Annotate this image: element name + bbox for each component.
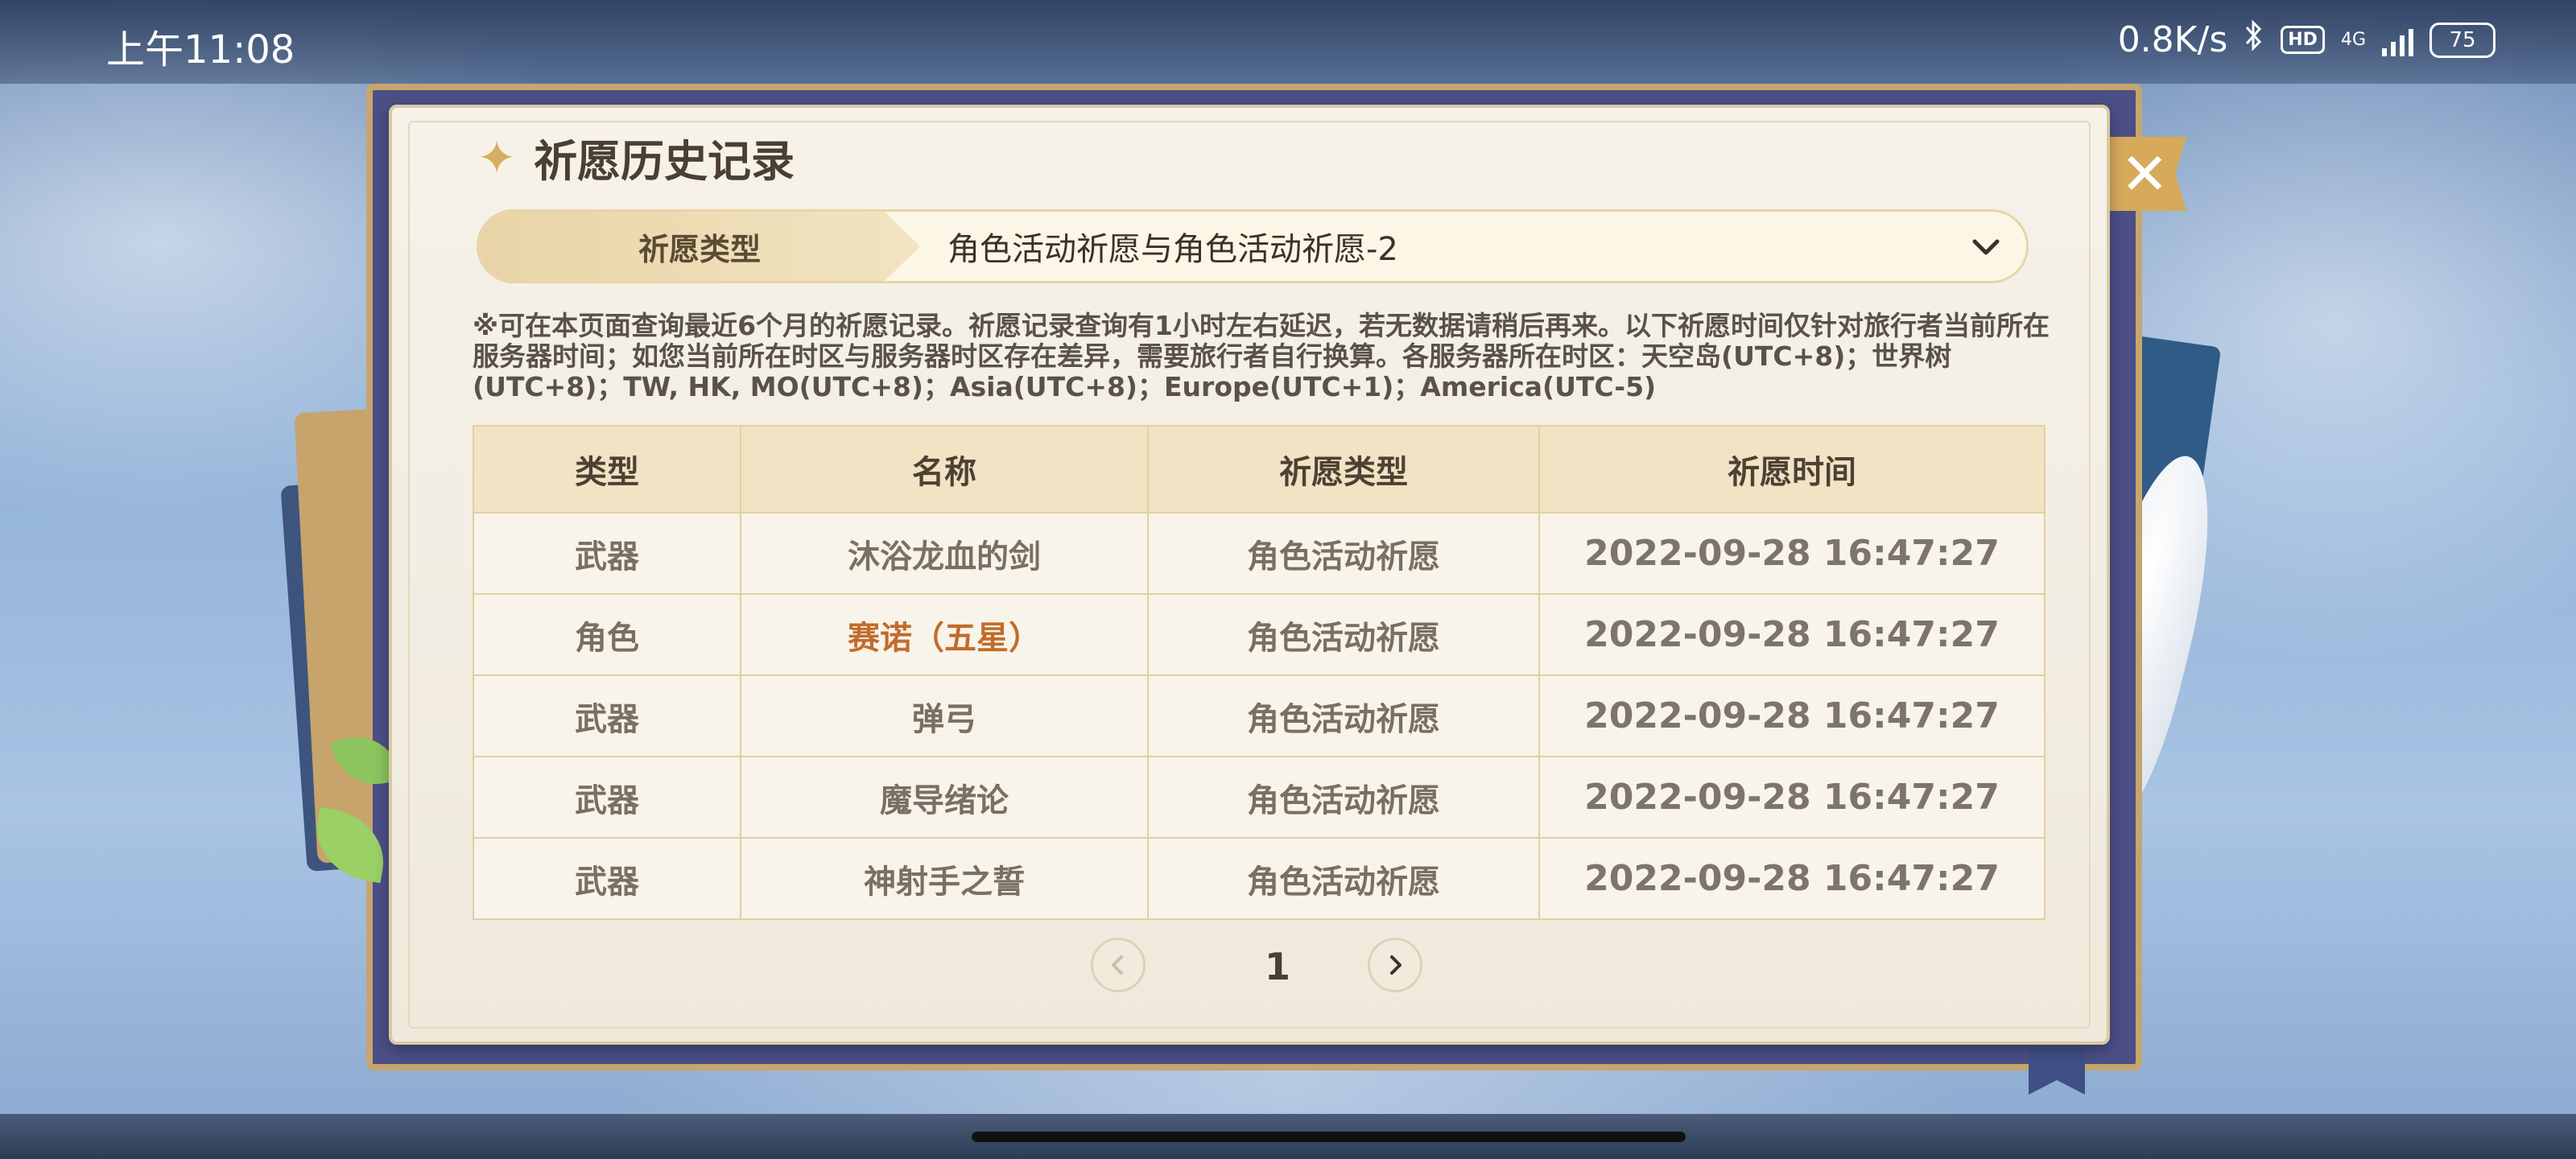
cell-wish-type: 角色活动祈愿 [1147, 756, 1540, 839]
column-header-wish-type: 祈愿类型 [1147, 425, 1540, 514]
battery-level: 75 [2449, 27, 2476, 52]
cell-time: 2022-09-28 16:47:27 [1538, 756, 2046, 839]
home-indicator[interactable] [972, 1132, 1686, 1142]
status-time: 上午11:08 [106, 27, 295, 72]
cell-name: 神射手之誓 [740, 837, 1149, 920]
cell-wish-type: 角色活动祈愿 [1147, 593, 1540, 676]
cell-name-five-star: 赛诺（五星） [740, 593, 1149, 676]
cell-wish-type: 角色活动祈愿 [1147, 674, 1540, 757]
close-icon: ✕ [2120, 140, 2169, 208]
cell-time: 2022-09-28 16:47:27 [1538, 674, 2046, 757]
wish-history-table: 类型 名称 祈愿类型 祈愿时间 武器 沐浴龙血的剑 角色活动祈愿 2022-09… [473, 425, 2046, 920]
cell-time: 2022-09-28 16:47:27 [1538, 837, 2046, 920]
hd-badge: HD [2281, 26, 2325, 54]
table-row: 武器 弹弓 角色活动祈愿 2022-09-28 16:47:27 [473, 674, 2046, 757]
chevron-down-icon [1972, 239, 2000, 255]
cell-type: 武器 [473, 837, 741, 920]
title-bar: ✦ 祈愿历史记录 [473, 126, 795, 189]
page-title: 祈愿历史记录 [534, 136, 795, 187]
table-header-row: 类型 名称 祈愿类型 祈愿时间 [473, 425, 2046, 514]
column-header-name: 名称 [740, 425, 1149, 514]
cell-name: 弹弓 [740, 674, 1149, 757]
status-bar: 上午11:08 0.8K/s HD 4G 75 [0, 0, 2576, 84]
notice-text: ※可在本页面查询最近6个月的祈愿记录。祈愿记录查询有1小时左右延迟，若无数据请稍… [473, 310, 2050, 402]
cell-type: 武器 [473, 512, 741, 595]
wish-history-panel: ✦ 祈愿历史记录 祈愿类型 角色活动祈愿与角色活动祈愿-2 ※可在本页面查询最近… [389, 105, 2110, 1045]
dropdown-label: 祈愿类型 [638, 231, 761, 267]
cell-name: 魔导绪论 [740, 756, 1149, 839]
bluetooth-icon [2244, 18, 2264, 62]
table-row: 武器 神射手之誓 角色活动祈愿 2022-09-28 16:47:27 [473, 837, 2046, 920]
network-speed: 0.8K/s [2117, 19, 2228, 60]
network-type: 4G [2340, 29, 2366, 50]
signal-icon [2382, 24, 2413, 56]
chevron-right-icon [1390, 955, 1402, 975]
close-button[interactable]: ✕ [2107, 137, 2186, 211]
cell-time: 2022-09-28 16:47:27 [1538, 512, 2046, 595]
cell-time: 2022-09-28 16:47:27 [1538, 593, 2046, 676]
ribbon-decoration [2029, 1046, 2085, 1095]
column-header-wish-time: 祈愿时间 [1538, 425, 2046, 514]
next-page-button[interactable] [1368, 938, 1422, 992]
table-row: 武器 魔导绪论 角色活动祈愿 2022-09-28 16:47:27 [473, 756, 2046, 839]
column-header-type: 类型 [473, 425, 741, 514]
cell-type: 角色 [473, 593, 741, 676]
wish-type-dropdown[interactable]: 祈愿类型 角色活动祈愿与角色活动祈愿-2 [477, 209, 2029, 283]
cell-wish-type: 角色活动祈愿 [1147, 837, 1540, 920]
table-row: 武器 沐浴龙血的剑 角色活动祈愿 2022-09-28 16:47:27 [473, 512, 2046, 595]
cell-wish-type: 角色活动祈愿 [1147, 512, 1540, 595]
dropdown-value: 角色活动祈愿与角色活动祈愿-2 [947, 231, 1398, 268]
cell-type: 武器 [473, 756, 741, 839]
cell-type: 武器 [473, 674, 741, 757]
battery-icon: 75 [2429, 22, 2496, 58]
cell-name: 沐浴龙血的剑 [740, 512, 1149, 595]
status-icons: 0.8K/s HD 4G 75 [2118, 18, 2496, 62]
prev-page-button[interactable] [1091, 938, 1146, 992]
table-row: 角色 赛诺（五星） 角色活动祈愿 2022-09-28 16:47:27 [473, 593, 2046, 676]
chevron-left-icon [1112, 955, 1123, 975]
sparkle-icon: ✦ [477, 130, 517, 185]
page-number: 1 [1264, 945, 1290, 988]
